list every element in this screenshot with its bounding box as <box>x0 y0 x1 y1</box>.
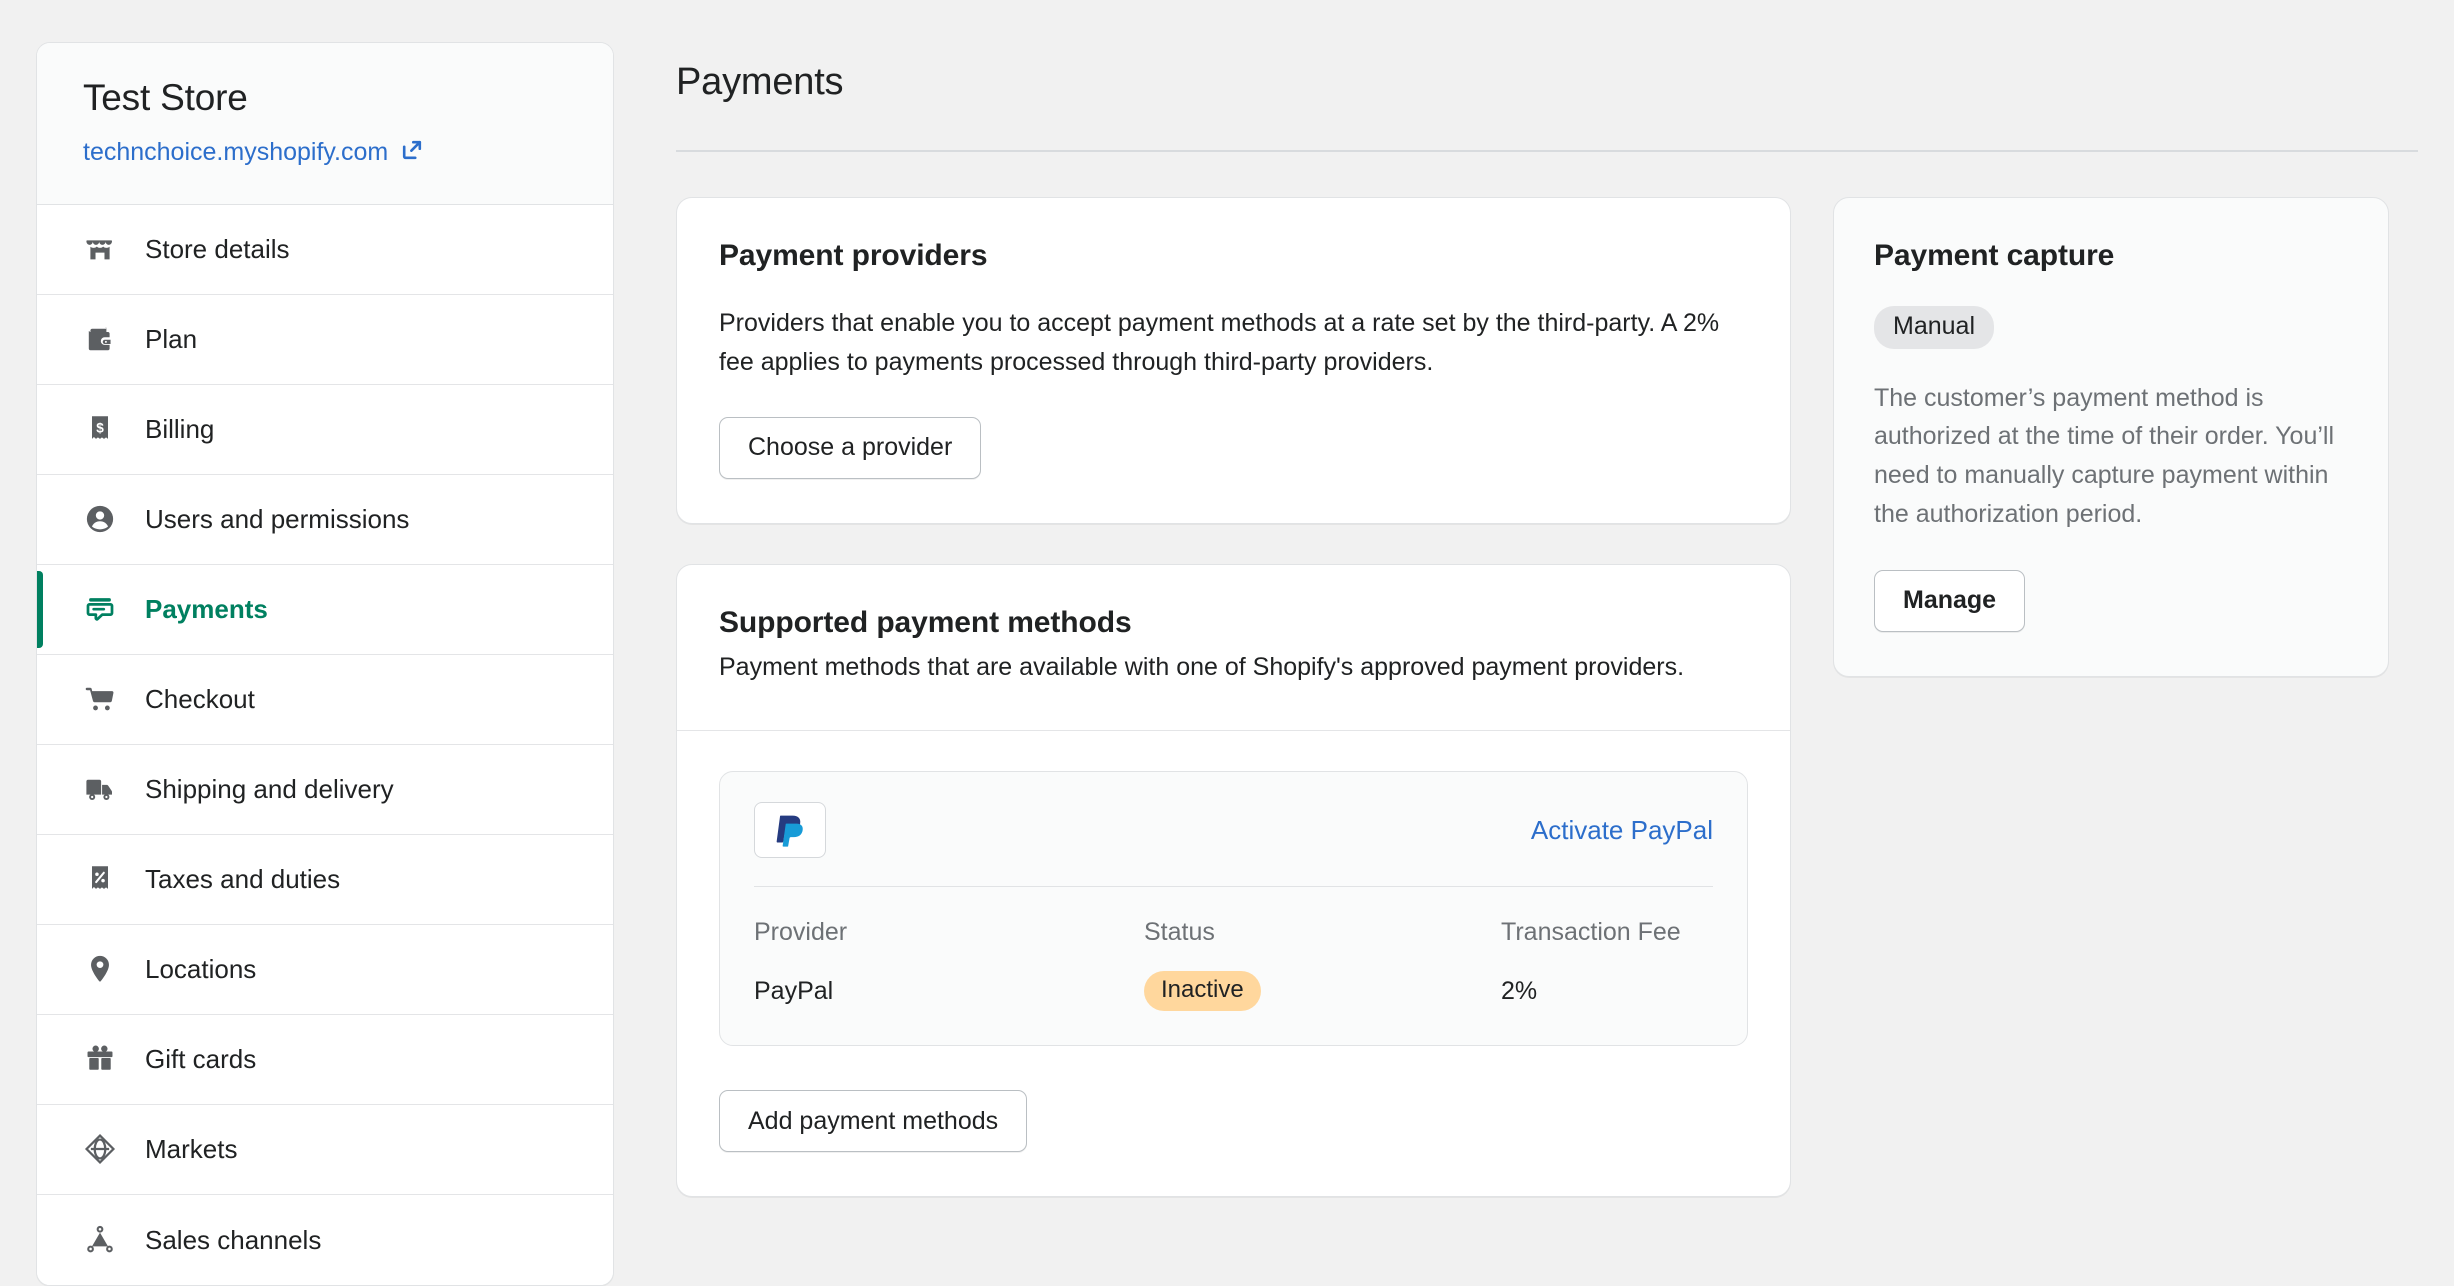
globe-icon <box>83 1132 117 1166</box>
payment-capture-title: Payment capture <box>1874 238 2115 272</box>
sidebar-item-users-and-permissions[interactable]: Users and permissions <box>37 474 613 565</box>
wallet-icon <box>83 322 117 356</box>
shopping-cart-icon <box>83 682 117 716</box>
cell-provider-name: PayPal <box>754 977 834 1006</box>
sidebar-item-label: Locations <box>145 954 257 985</box>
supported-payment-methods-card: Supported payment methods Payment method… <box>676 563 1791 1198</box>
sidebar-item-locations[interactable]: Locations <box>37 924 613 1015</box>
payment-capture-card: Payment capture Manual The customer’s pa… <box>1833 196 2389 677</box>
sidebar-item-label: Checkout <box>145 684 255 715</box>
sidebar-item-label: Users and permissions <box>145 504 410 535</box>
sidebar-item-label: Taxes and duties <box>145 864 341 895</box>
sidebar-item-label: Sales channels <box>145 1224 322 1255</box>
sidebar-item-checkout[interactable]: Checkout <box>37 654 613 745</box>
right-column: Payment capture Manual The customer’s pa… <box>1833 196 2389 677</box>
sidebar-item-plan[interactable]: Plan <box>37 294 613 385</box>
person-icon <box>83 502 117 536</box>
payment-providers-title: Payment providers <box>719 238 988 272</box>
sidebar-item-label: Markets <box>145 1134 238 1165</box>
cell-transaction-fee: 2% <box>1501 977 1538 1006</box>
title-divider <box>676 149 2418 152</box>
page-title: Payments <box>676 61 844 103</box>
table-row: PayPal Inactive 2% <box>754 971 1713 1012</box>
sidebar-item-markets[interactable]: Markets <box>37 1104 613 1195</box>
paypal-provider-entry: Activate PayPal Provider Status Transact… <box>719 771 1748 1047</box>
delivery-truck-icon <box>83 772 117 806</box>
sidebar-item-payments[interactable]: Payments <box>37 564 613 655</box>
paypal-logo <box>754 802 826 859</box>
main-content: Payments Payment providers Providers tha… <box>676 42 2418 1198</box>
payment-providers-description: Providers that enable you to accept paym… <box>719 308 1720 377</box>
sidebar-item-sales-channels[interactable]: Sales channels <box>37 1194 613 1285</box>
svg-text:$: $ <box>96 421 104 436</box>
settings-sidebar: Test Store technchoice.myshopify.com Sto… <box>36 42 614 1286</box>
sidebar-item-shipping-and-delivery[interactable]: Shipping and delivery <box>37 744 613 835</box>
sidebar-item-billing[interactable]: $ Billing <box>37 384 613 475</box>
store-url-link[interactable]: technchoice.myshopify.com <box>83 137 567 168</box>
sidebar-item-label: Plan <box>145 324 198 355</box>
receipt-percent-icon <box>83 862 117 896</box>
sidebar-item-taxes-and-duties[interactable]: Taxes and duties <box>37 834 613 925</box>
store-name: Test Store <box>83 77 248 118</box>
left-column: Payment providers Providers that enable … <box>676 196 1791 1198</box>
channels-network-icon <box>83 1223 117 1257</box>
sidebar-item-gift-cards[interactable]: Gift cards <box>37 1014 613 1105</box>
sidebar-item-label: Billing <box>145 414 215 445</box>
supported-payment-methods-title: Supported payment methods <box>719 605 1132 639</box>
column-header-transaction-fee: Transaction Fee <box>1501 918 1681 947</box>
map-pin-icon <box>83 952 117 986</box>
capture-mode-badge: Manual <box>1874 305 1994 349</box>
external-link-icon <box>399 137 425 168</box>
paypal-details-table: Provider Status Transaction Fee PayPal I… <box>754 917 1713 1012</box>
sidebar-item-label: Store details <box>145 234 290 265</box>
sidebar-item-label: Shipping and delivery <box>145 774 394 805</box>
table-header-row: Provider Status Transaction Fee <box>754 917 1713 947</box>
payment-capture-description: The customer’s payment method is authori… <box>1874 383 2335 528</box>
supported-payment-methods-description: Payment methods that are available with … <box>719 652 1685 681</box>
gift-box-icon <box>83 1042 117 1076</box>
sidebar-item-label: Payments <box>145 594 268 625</box>
payments-settings-page: Test Store technchoice.myshopify.com Sto… <box>0 0 2454 1286</box>
receipt-dollar-icon: $ <box>83 412 117 446</box>
sidebar-item-label: Gift cards <box>145 1044 257 1075</box>
store-header: Test Store technchoice.myshopify.com <box>37 43 613 205</box>
store-icon <box>83 232 117 266</box>
column-header-status: Status <box>1144 918 1215 947</box>
status-badge: Inactive <box>1144 971 1261 1012</box>
cell-status: Inactive <box>1144 971 1501 1012</box>
choose-a-provider-button[interactable]: Choose a provider <box>719 416 982 479</box>
activate-paypal-link[interactable]: Activate PayPal <box>1531 815 1713 846</box>
content-columns: Payment providers Providers that enable … <box>676 196 2418 1198</box>
sidebar-item-store-details[interactable]: Store details <box>37 204 613 295</box>
paypal-entry-divider <box>754 886 1713 888</box>
manage-button[interactable]: Manage <box>1874 569 2026 632</box>
column-header-provider: Provider <box>754 918 848 947</box>
store-url-text: technchoice.myshopify.com <box>83 138 389 167</box>
settings-nav-list: Store details Plan $ Billing Users and p… <box>37 204 613 1285</box>
add-payment-methods-button[interactable]: Add payment methods <box>719 1090 1028 1153</box>
payment-card-icon <box>83 592 117 626</box>
payment-providers-card: Payment providers Providers that enable … <box>676 196 1791 524</box>
